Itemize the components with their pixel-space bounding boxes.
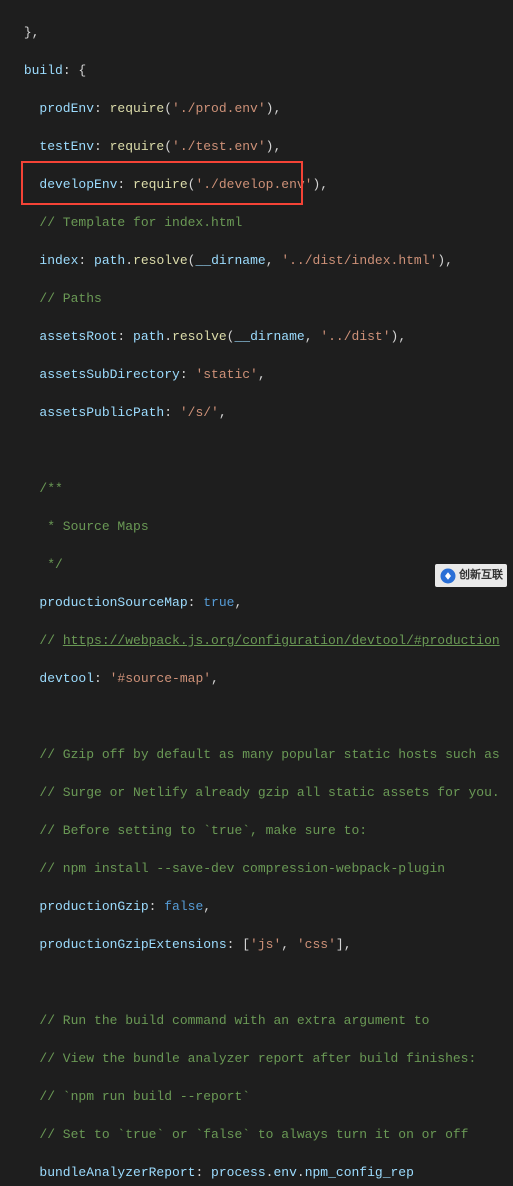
code-line: productionSourceMap: true,: [16, 593, 513, 612]
code-line: bundleAnalyzerReport: process.env.npm_co…: [16, 1163, 513, 1182]
code-line: productionGzipExtensions: ['js', 'css'],: [16, 935, 513, 954]
code-line: // https://webpack.js.org/configuration/…: [16, 631, 513, 650]
code-line: assetsSubDirectory: 'static',: [16, 365, 513, 384]
code-line: // Template for index.html: [16, 213, 513, 232]
watermark-text: 创新互联: [459, 566, 503, 585]
code-line: prodEnv: require('./prod.env'),: [16, 99, 513, 118]
code-line: // Gzip off by default as many popular s…: [16, 745, 513, 764]
code-line: [16, 973, 513, 992]
code-line: // Run the build command with an extra a…: [16, 1011, 513, 1030]
code-line: testEnv: require('./test.env'),: [16, 137, 513, 156]
code-line: productionGzip: false,: [16, 897, 513, 916]
code-line: /**: [16, 479, 513, 498]
code-line: // View the bundle analyzer report after…: [16, 1049, 513, 1068]
code-line: developEnv: require('./develop.env'),: [16, 175, 513, 194]
code-line: index: path.resolve(__dirname, '../dist/…: [16, 251, 513, 270]
code-line: [16, 707, 513, 726]
code-line: build: {: [16, 61, 513, 80]
code-line: assetsPublicPath: '/s/',: [16, 403, 513, 422]
code-line: // Before setting to `true`, make sure t…: [16, 821, 513, 840]
code-editor[interactable]: }, build: { prodEnv: require('./prod.env…: [0, 0, 513, 1186]
code-line: },: [16, 23, 513, 42]
code-line: * Source Maps: [16, 517, 513, 536]
code-line: devtool: '#source-map',: [16, 669, 513, 688]
watermark: 创新互联: [435, 564, 507, 587]
code-line: [16, 441, 513, 460]
code-line: // Surge or Netlify already gzip all sta…: [16, 783, 513, 802]
code-line: // `npm run build --report`: [16, 1087, 513, 1106]
code-line: // Set to `true` or `false` to always tu…: [16, 1125, 513, 1144]
code-line: // npm install --save-dev compression-we…: [16, 859, 513, 878]
code-line: // Paths: [16, 289, 513, 308]
code-line: assetsRoot: path.resolve(__dirname, '../…: [16, 327, 513, 346]
watermark-logo-icon: [439, 567, 457, 585]
